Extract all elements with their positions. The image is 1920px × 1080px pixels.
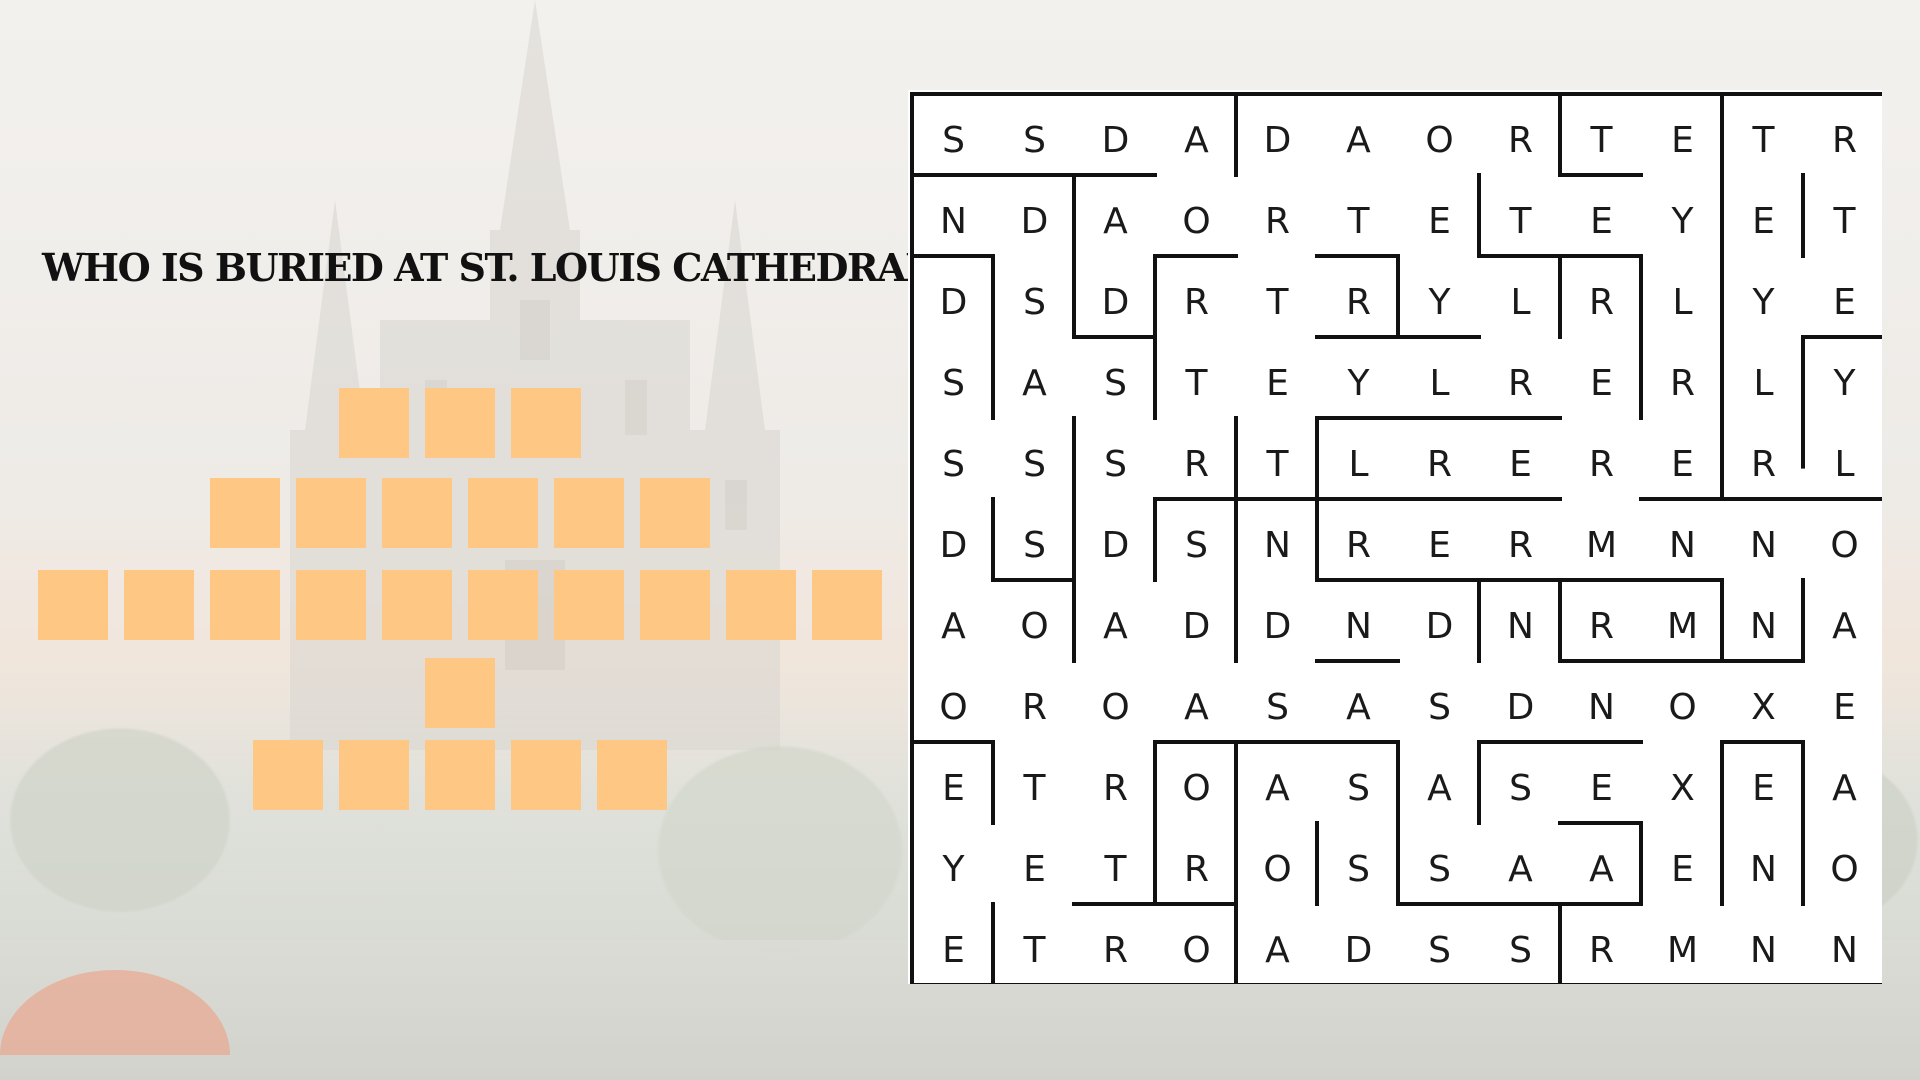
answer-letter-box[interactable] <box>38 570 108 640</box>
answer-letter-box[interactable] <box>296 570 366 640</box>
answer-letter-box[interactable] <box>468 478 538 548</box>
answer-letter-box[interactable] <box>726 570 796 640</box>
answer-letter-box[interactable] <box>597 740 667 810</box>
answer-row <box>425 658 495 728</box>
answer-letter-box[interactable] <box>640 570 710 640</box>
answer-row <box>210 478 710 548</box>
answer-letter-box[interactable] <box>124 570 194 640</box>
question-title: WHO IS BURIED AT ST. LOUIS CATHEDRAL? <box>42 245 953 290</box>
answer-row <box>253 740 667 810</box>
answer-letter-box[interactable] <box>425 740 495 810</box>
answer-letter-box[interactable] <box>511 388 581 458</box>
answer-letter-box[interactable] <box>210 478 280 548</box>
answer-letter-box[interactable] <box>296 478 366 548</box>
answer-letter-box[interactable] <box>468 570 538 640</box>
answer-letter-box[interactable] <box>554 570 624 640</box>
answer-row <box>339 388 581 458</box>
answer-letter-box[interactable] <box>339 740 409 810</box>
maze-walls <box>910 92 1882 984</box>
maze-word-search: SSDADAORTETRNDAORTETEYETDSDRTRYLRLYESAST… <box>908 90 1882 984</box>
answer-row <box>38 570 882 640</box>
answer-letter-box[interactable] <box>640 478 710 548</box>
answer-letter-box[interactable] <box>812 570 882 640</box>
answer-letter-box[interactable] <box>425 658 495 728</box>
answer-letter-box[interactable] <box>425 388 495 458</box>
answer-letter-box[interactable] <box>339 388 409 458</box>
answer-letter-box[interactable] <box>382 570 452 640</box>
answer-letter-box[interactable] <box>511 740 581 810</box>
cathedral-illustration <box>290 0 780 750</box>
answer-letter-box[interactable] <box>554 478 624 548</box>
answer-letter-box[interactable] <box>210 570 280 640</box>
answer-letter-box[interactable] <box>382 478 452 548</box>
answer-letter-box[interactable] <box>253 740 323 810</box>
